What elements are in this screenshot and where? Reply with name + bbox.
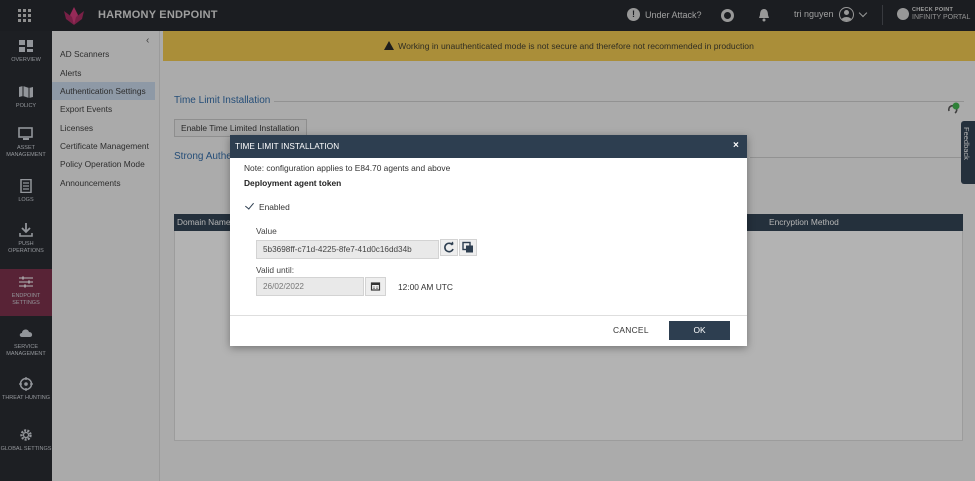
enabled-label: Enabled [259,202,290,212]
dialog-title: TIME LIMIT INSTALLATION [235,142,340,151]
close-icon[interactable]: × [733,140,739,151]
dialog-footer-divider [230,315,747,316]
configuration-note: Note: configuration applies to E84.70 ag… [244,163,451,173]
ok-button[interactable]: OK [669,321,730,340]
calendar-icon [370,282,381,291]
valid-until-date-field[interactable]: 26/02/2022 [256,277,364,296]
refresh-icon [444,241,454,253]
deployment-token-heading: Deployment agent token [244,178,342,188]
time-limit-installation-dialog: TIME LIMIT INSTALLATION × Note: configur… [230,135,747,346]
copy-icon [462,241,473,253]
dialog-header: TIME LIMIT INSTALLATION × [230,135,747,158]
valid-until-label: Valid until: [256,265,295,275]
copy-token-button[interactable] [459,239,477,256]
value-label: Value [256,226,277,236]
cancel-button[interactable]: CANCEL [613,325,649,335]
regenerate-token-button[interactable] [440,239,458,256]
date-picker-button[interactable] [365,277,386,296]
enabled-checkbox[interactable] [245,201,255,211]
token-value-field[interactable]: 5b3698ff-c71d-4225-8fe7-41d0c16dd34b [256,240,439,259]
time-label: 12:00 AM UTC [398,282,453,292]
